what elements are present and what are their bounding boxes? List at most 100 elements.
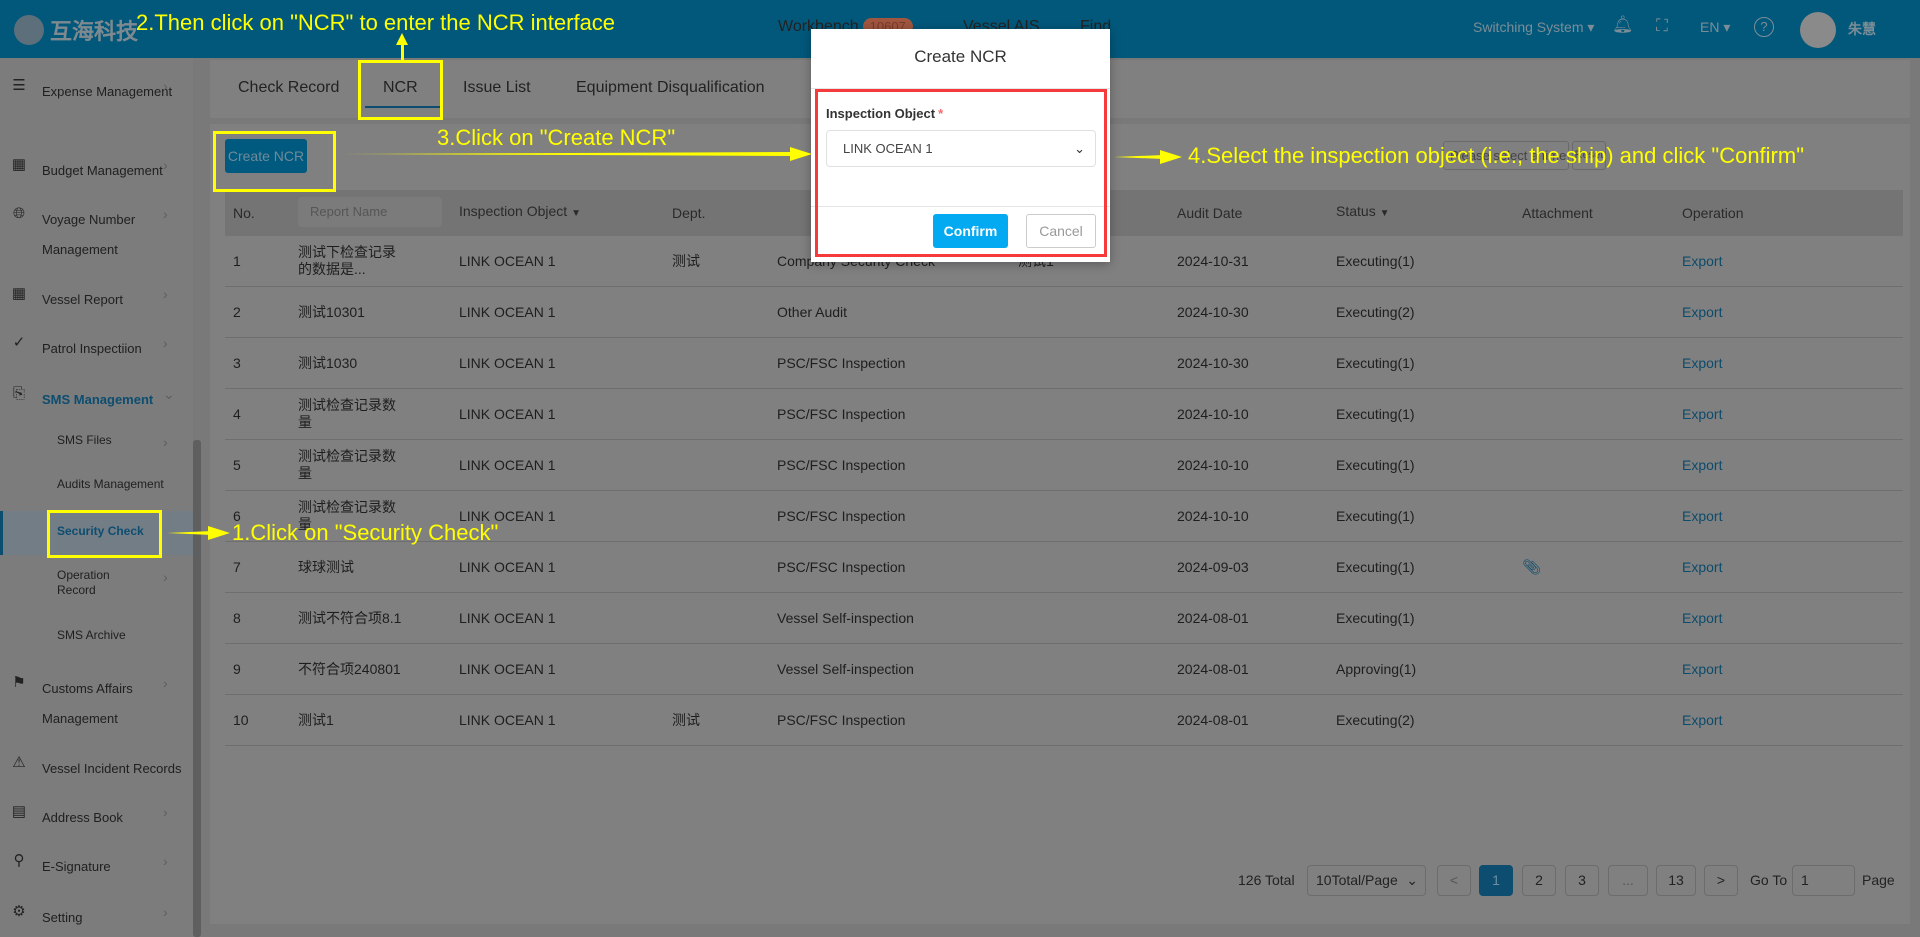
cell-name: 不符合项240801 [298,660,401,677]
annotation-step-4: 4.Select the inspection object (i.e., th… [1188,143,1805,168]
chevron-right-icon: › [163,206,168,222]
cell-extra [1018,593,1078,643]
cell-name: 测试10301 [298,303,365,320]
user-name[interactable]: 朱慧 [1848,19,1876,39]
cell-status: Executing(2) [1336,303,1415,320]
cell-object: LINK OCEAN 1 [459,252,556,269]
arrow-head-icon [208,526,230,540]
page-13-button[interactable]: 13 [1656,865,1696,896]
highlight-box-modal [815,89,1107,257]
sidebar-item-label: Operation Record [57,568,110,597]
cell-extra [1018,542,1078,592]
cell-status: Executing(1) [1336,405,1415,422]
chevron-right-icon: › [163,804,168,820]
sidebar-scrollbar[interactable] [193,440,201,937]
cell-object: LINK OCEAN 1 [459,303,556,320]
cell-extra [1018,491,1078,541]
chevron-right-icon: › [163,904,168,920]
paperclip-icon[interactable]: 📎︎ [1522,542,1541,592]
table-row: 5 测试检查记录数量 LINK OCEAN 1 PSC/FSC Inspection 2… [225,440,1903,491]
page-3-button[interactable]: 3 [1565,865,1599,896]
total-count: 126 Total [1238,872,1295,888]
cell-status: Approving(1) [1336,660,1417,677]
cell-extra [1018,389,1078,439]
export-link[interactable]: Export [1682,593,1722,643]
cell-type: Vessel Self-inspection [777,660,914,677]
report-name-filter-input[interactable]: Report Name [298,197,442,227]
page-ellipsis[interactable]: ... [1608,865,1648,896]
cell-status: Executing(1) [1336,354,1415,371]
gear-icon: ⚙ [12,903,26,920]
stamp-icon: ⚲ [13,852,25,869]
chevron-right-icon: › [163,157,168,173]
export-link[interactable]: Export [1682,236,1722,286]
switching-system-dropdown[interactable]: Switching System ▾ [1473,19,1594,36]
chevron-right-icon: › [163,335,168,351]
switching-system-label: Switching System [1473,19,1584,35]
fullscreen-icon[interactable]: ⛶ [1656,16,1668,36]
annotation-step-3: 3.Click on "Create NCR" [437,125,676,150]
next-page-button[interactable]: > [1704,865,1738,896]
export-link[interactable]: Export [1682,491,1722,541]
table-row: 2 测试10301 LINK OCEAN 1 Other Audit 2024-10-3… [225,287,1903,338]
tab-issue-list[interactable]: Issue List [463,79,531,97]
goto-page-input[interactable]: 1 [1792,865,1855,896]
cell-name: 测试1 [298,711,334,728]
cell-extra [1018,695,1078,745]
cell-object: LINK OCEAN 1 [459,456,556,473]
help-icon[interactable]: ? [1754,17,1774,37]
cell-date: 2024-10-10 [1177,456,1249,473]
cell-dept [672,491,772,541]
sidebar-item-label: Setting [42,910,83,925]
header-status[interactable]: Status ▼ [1336,203,1390,219]
cell-date: 2024-10-10 [1177,405,1249,422]
cell-type: PSC/FSC Inspection [777,456,906,473]
globe-icon: 🌐︎ [12,205,25,222]
cell-date: 2024-10-10 [1177,507,1249,524]
header-audit-date: Audit Date [1177,205,1243,221]
cell-date: 2024-08-01 [1177,609,1249,626]
cell-extra [1018,338,1078,388]
sidebar-item-label: Patrol Inspectiion [42,341,142,356]
highlight-box-create-ncr [213,131,336,192]
export-link[interactable]: Export [1682,695,1722,745]
cell-no: 4 [233,405,241,422]
header-inspection-object[interactable]: Inspection Object ▼ [459,203,581,219]
language-dropdown[interactable]: EN ▾ [1700,19,1730,36]
export-link[interactable]: Export [1682,389,1722,439]
export-link[interactable]: Export [1682,287,1722,337]
logo[interactable]: 互海科技 [14,14,138,46]
header-attachment: Attachment [1522,205,1593,221]
avatar[interactable] [1800,12,1836,48]
cell-object: LINK OCEAN 1 [459,609,556,626]
logo-text: 互海科技 [50,19,139,44]
cell-date: 2024-08-01 [1177,660,1249,677]
cell-object: LINK OCEAN 1 [459,558,556,575]
cell-dept [672,644,772,694]
export-link[interactable]: Export [1682,440,1722,490]
cell-no: 2 [233,303,241,320]
cell-dept [672,389,772,439]
page-2-button[interactable]: 2 [1522,865,1556,896]
page-1-button[interactable]: 1 [1479,865,1513,896]
logo-icon [14,15,44,45]
cell-date: 2024-08-01 [1177,711,1249,728]
header-label: Inspection Object [459,203,568,219]
export-link[interactable]: Export [1682,542,1722,592]
cell-dept: 测试 [672,711,700,728]
sidebar-item-label: Budget Management [42,163,163,178]
cell-no: 10 [233,711,249,728]
cell-dept [672,287,772,337]
export-link[interactable]: Export [1682,644,1722,694]
sidebar-item-label: E-Signature [42,859,111,874]
export-link[interactable]: Export [1682,338,1722,388]
goto-label: Go To [1750,872,1788,888]
bell-icon[interactable]: 🔔︎ [1612,15,1634,35]
cell-type: PSC/FSC Inspection [777,507,906,524]
tab-equipment-disqualification[interactable]: Equipment Disqualification [576,79,765,97]
tab-check-record[interactable]: Check Record [238,79,339,97]
prev-page-button[interactable]: < [1437,865,1471,896]
page-size-select[interactable]: 10Total/Page ⌄ [1307,865,1426,896]
sidebar-item-label: Voyage Number Management [42,212,136,257]
header-no: No. [233,205,255,221]
